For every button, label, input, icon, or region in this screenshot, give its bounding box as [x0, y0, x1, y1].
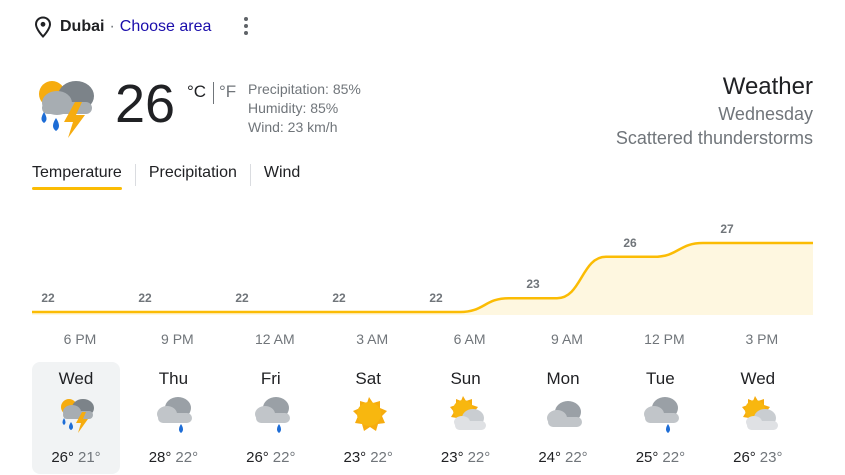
chart-value-label: 23 [526, 277, 540, 291]
forecast-high: 26° [51, 449, 74, 466]
forecast-day-name: Tue [646, 369, 675, 388]
hour-label: 6 AM [453, 331, 486, 347]
forecast-day-7[interactable]: Wed 26° 23° [714, 362, 802, 474]
precipitation-value: Precipitation: 85% [248, 81, 361, 97]
tab-temperature[interactable]: Temperature [32, 164, 122, 190]
forecast-day-2[interactable]: Fri 26° 22° [227, 362, 315, 474]
chart-value-label: 26 [623, 236, 637, 250]
forecast-day-name: Thu [158, 369, 189, 388]
rain-cloud-icon [153, 394, 195, 436]
forecast-low: 22° [272, 449, 296, 466]
rain-thunder-icon [39, 81, 94, 138]
forecast-temps: 26° 22° [227, 449, 315, 466]
forecast-day-0[interactable]: Wed 26° 21° [32, 362, 120, 474]
tab-wind[interactable]: Wind [264, 164, 300, 190]
forecast-temps: 24° 22° [519, 449, 607, 466]
forecast-temps: 23° 22° [324, 449, 412, 466]
wind-value: Wind: 23 km/h [248, 119, 338, 135]
temperature-chart: 22 22 22 22 22 23 26 27 [31, 222, 813, 315]
unit-fahrenheit-toggle[interactable]: °F [219, 82, 236, 102]
chart-value-label: 22 [235, 291, 249, 305]
tab-divider [249, 164, 251, 186]
hour-label: 3 PM [745, 331, 779, 347]
forecast-temps: 28° 22° [129, 449, 217, 466]
forecast-day-name: Mon [546, 369, 580, 388]
forecast-low: 22° [662, 449, 686, 466]
cloud-icon [543, 394, 585, 436]
rain-thunder-icon [56, 394, 98, 436]
hour-label: 12 PM [644, 331, 685, 347]
location-bar: Dubai · Choose area [34, 13, 211, 41]
current-temperature: 26 [115, 74, 176, 134]
forecast-day-name: Wed [58, 369, 94, 388]
forecast-low: 22° [565, 449, 588, 466]
location-pin-icon [34, 16, 52, 38]
forecast-low: 23° [759, 449, 783, 466]
chart-value-label: 22 [41, 291, 55, 305]
chart-value-label: 22 [138, 291, 152, 305]
weather-title: Weather [722, 73, 813, 100]
chart-value-label: 22 [429, 291, 443, 305]
location-city: Dubai [60, 18, 105, 35]
forecast-high: 23° [343, 449, 367, 466]
forecast-temps: 25° 22° [616, 449, 704, 466]
current-details: Precipitation: 85% Humidity: 85% Wind: 2… [248, 80, 361, 137]
hour-label: 12 AM [254, 331, 295, 347]
choose-area-link[interactable]: Choose area [120, 18, 212, 36]
chart-value-label: 22 [332, 291, 346, 305]
weather-day: Wednesday [718, 104, 813, 124]
chart-value-label: 27 [720, 222, 734, 236]
tab-precipitation[interactable]: Precipitation [149, 164, 237, 190]
forecast-day-3[interactable]: Sat 23° 22° [324, 362, 412, 474]
unit-divider [213, 82, 214, 104]
forecast-day-4[interactable]: Sun 23° 22° [422, 362, 510, 474]
humidity-value: Humidity: 85% [248, 100, 339, 116]
forecast-high: 25° [635, 449, 659, 466]
rain-cloud-icon [251, 394, 293, 436]
forecast-high: 24° [538, 449, 561, 466]
forecast-high: 28° [148, 449, 172, 466]
forecast-high: 23° [440, 449, 464, 466]
forecast-low: 22° [370, 449, 393, 466]
forecast-day-name: Wed [740, 369, 776, 388]
rain-cloud-icon [640, 394, 682, 436]
partly-cloudy-icon [446, 394, 488, 436]
more-options-icon[interactable] [238, 14, 254, 38]
forecast-high: 26° [733, 449, 756, 466]
forecast-day-6[interactable]: Tue 25° 22° [616, 362, 704, 474]
hour-label: 9 PM [161, 331, 194, 347]
forecast-day-name: Sun [450, 369, 481, 388]
hour-label: 9 AM [551, 331, 583, 347]
hour-label: 3 AM [356, 331, 389, 347]
forecast-day-name: Fri [260, 369, 281, 388]
forecast-temps: 23° 22° [422, 449, 510, 466]
sun-icon [348, 394, 390, 436]
partly-cloudy-icon [738, 394, 780, 436]
chart-tabs: Temperature Precipitation Wind [32, 164, 300, 196]
unit-celsius-toggle[interactable]: °C [187, 82, 206, 102]
weather-condition: Scattered thunderstorms [615, 128, 813, 148]
forecast-low: 22° [467, 449, 491, 466]
forecast-low: 21° [78, 449, 101, 466]
tab-divider [134, 164, 136, 186]
forecast-low: 22° [175, 449, 199, 466]
hour-label: 6 PM [63, 331, 97, 347]
weather-header: Weather Wednesday Scattered thunderstorm… [616, 72, 813, 150]
location-separator: · [109, 18, 115, 35]
forecast-day-5[interactable]: Mon 24° 22° [519, 362, 607, 474]
forecast-day-1[interactable]: Thu 28° 22° [129, 362, 217, 474]
forecast-temps: 26° 21° [32, 449, 120, 466]
forecast-temps: 26° 23° [714, 449, 802, 466]
forecast-high: 26° [246, 449, 269, 466]
forecast-day-name: Sat [355, 369, 381, 388]
